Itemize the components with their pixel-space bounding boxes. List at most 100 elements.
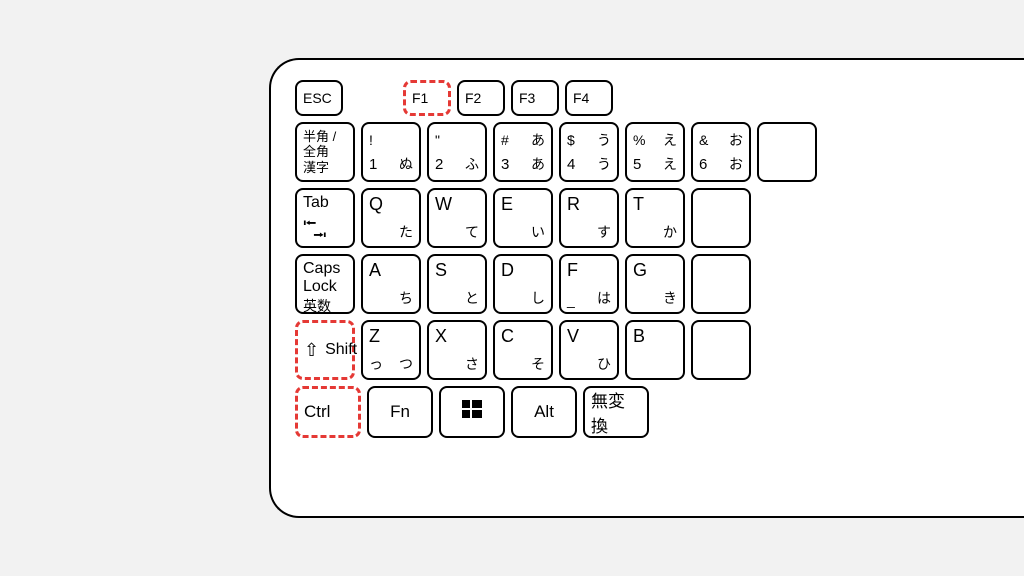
key-kana (501, 218, 523, 242)
key-alt[interactable]: Alt (511, 386, 577, 438)
key-letter: F (567, 260, 589, 284)
key-label: Caps Lock (303, 260, 347, 296)
key-kana: え (655, 152, 677, 176)
key-kana: す (589, 218, 611, 242)
key-label: 全角 (303, 144, 347, 160)
key-sym: % (633, 128, 655, 152)
key-label: 半角 / (303, 129, 347, 145)
key-sym: あ (523, 128, 545, 152)
key-f2[interactable]: F2 (457, 80, 505, 116)
tab-arrow-icon: ⭰ ⭲ (303, 214, 347, 244)
key-kana: お (721, 152, 743, 176)
key-label: F3 (519, 90, 551, 106)
windows-icon (460, 397, 484, 428)
key-sym (457, 128, 479, 152)
key-sym (391, 128, 413, 152)
key-sym: う (589, 128, 611, 152)
key-letter: Q (369, 194, 391, 218)
key-z[interactable]: Zっつ (361, 320, 421, 380)
key-sym: え (655, 128, 677, 152)
key-label: Ctrl (304, 402, 330, 422)
key-letter: D (501, 260, 523, 284)
caps-row: Caps Lock 英数 Aち Sと Dし F_は Gき (295, 254, 1024, 314)
key-letter: B (633, 326, 655, 350)
key-letter: W (435, 194, 457, 218)
key-label: Alt (534, 402, 554, 422)
key-letter: E (501, 194, 523, 218)
key-f4[interactable]: F4 (565, 80, 613, 116)
key-g[interactable]: Gき (625, 254, 685, 314)
key-sublabel: 英数 (303, 296, 347, 316)
key-6[interactable]: &お6お (691, 122, 751, 182)
key-kana: つ (391, 350, 413, 374)
key-kana: き (655, 284, 677, 308)
key-label: Fn (390, 402, 410, 422)
key-f[interactable]: F_は (559, 254, 619, 314)
key-1[interactable]: !1ぬ (361, 122, 421, 182)
key-f1[interactable]: F1 (403, 80, 451, 116)
shift-arrow-icon: ⇧ (304, 340, 319, 361)
key-2[interactable]: "2ふ (427, 122, 487, 182)
key-b[interactable]: B (625, 320, 685, 380)
key-capslock[interactable]: Caps Lock 英数 (295, 254, 355, 314)
key-tab[interactable]: Tab ⭰ ⭲ (295, 188, 355, 248)
key-mark: _ (567, 284, 589, 308)
key-windows[interactable] (439, 386, 505, 438)
key-a[interactable]: Aち (361, 254, 421, 314)
key-esc[interactable]: ESC (295, 80, 343, 116)
key-kana: か (655, 218, 677, 242)
key-letter: R (567, 194, 589, 218)
key-3[interactable]: #あ3あ (493, 122, 553, 182)
key-letter: Z (369, 326, 391, 350)
key-5[interactable]: %え5え (625, 122, 685, 182)
key-num: 5 (633, 152, 655, 176)
key-y[interactable] (691, 188, 751, 248)
key-num: 4 (567, 152, 589, 176)
key-label: ESC (303, 90, 335, 106)
key-kana: ふ (457, 152, 479, 176)
key-n[interactable] (691, 320, 751, 380)
key-label: Tab (303, 194, 347, 212)
key-label: F1 (412, 90, 442, 106)
key-w[interactable]: Wて (427, 188, 487, 248)
key-letter: T (633, 194, 655, 218)
key-num: 2 (435, 152, 457, 176)
key-num: 3 (501, 152, 523, 176)
key-sym: $ (567, 128, 589, 152)
key-v[interactable]: Vひ (559, 320, 619, 380)
key-muhenkan[interactable]: 無変換 (583, 386, 649, 438)
key-h[interactable] (691, 254, 751, 314)
key-shift[interactable]: ⇧ Shift (295, 320, 355, 380)
key-kana (655, 350, 677, 374)
key-t[interactable]: Tか (625, 188, 685, 248)
key-letter: V (567, 326, 589, 350)
key-e[interactable]: Eい (493, 188, 553, 248)
key-text: Shift (325, 341, 357, 359)
key-s[interactable]: Sと (427, 254, 487, 314)
key-f3[interactable]: F3 (511, 80, 559, 116)
key-hankaku[interactable]: 半角 / 全角 漢字 (295, 122, 355, 182)
key-sym: # (501, 128, 523, 152)
key-label: ⇧ Shift (304, 340, 346, 361)
key-sym: お (721, 128, 743, 152)
key-7[interactable] (757, 122, 817, 182)
key-r[interactable]: Rす (559, 188, 619, 248)
key-kana: て (457, 218, 479, 242)
key-ctrl[interactable]: Ctrl (295, 386, 361, 438)
key-kana: い (523, 218, 545, 242)
key-kana: た (391, 218, 413, 242)
key-label: F4 (573, 90, 605, 106)
key-c[interactable]: Cそ (493, 320, 553, 380)
key-d[interactable]: Dし (493, 254, 553, 314)
key-kana: っ (369, 350, 391, 374)
key-fn[interactable]: Fn (367, 386, 433, 438)
key-4[interactable]: $う4う (559, 122, 619, 182)
key-kana: あ (523, 152, 545, 176)
key-kana: う (589, 152, 611, 176)
number-row: 半角 / 全角 漢字 !1ぬ "2ふ #あ3あ $う4う %え5え &お6お (295, 122, 1024, 182)
key-kana: そ (523, 350, 545, 374)
key-q[interactable]: Qた (361, 188, 421, 248)
control-row: Ctrl Fn Alt 無変換 (295, 386, 1024, 438)
key-x[interactable]: Xさ (427, 320, 487, 380)
key-letter: S (435, 260, 457, 284)
